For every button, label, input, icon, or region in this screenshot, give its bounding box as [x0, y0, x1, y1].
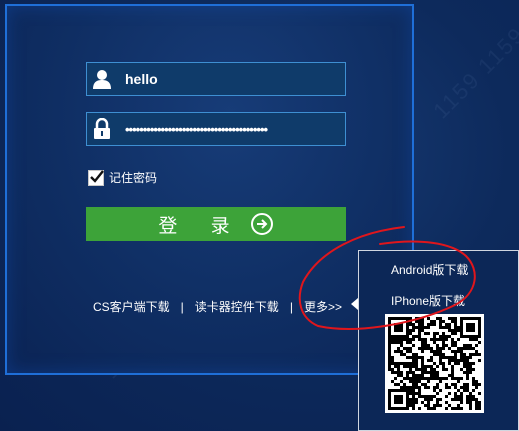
iphone-download-link[interactable]: IPhone版下载 — [391, 292, 465, 309]
triangle-left-icon — [351, 298, 358, 310]
password-field[interactable] — [86, 112, 346, 146]
login-button[interactable]: 登 录 — [86, 207, 346, 241]
link-separator: | — [289, 299, 293, 314]
android-download-link[interactable]: Android版下载 — [391, 261, 468, 278]
lock-icon — [87, 113, 117, 145]
username-input[interactable] — [125, 63, 340, 95]
password-input[interactable] — [125, 113, 340, 145]
cs-client-download-link[interactable]: CS客户端下载 — [93, 298, 170, 315]
login-button-label: 登 录 — [158, 215, 244, 237]
qr-code — [385, 314, 484, 413]
login-panel — [5, 4, 414, 375]
arrow-circle-right-icon — [250, 212, 274, 236]
remember-label: 记住密码 — [109, 171, 158, 185]
username-field[interactable] — [86, 62, 346, 96]
link-separator: | — [180, 299, 184, 314]
download-links: CS客户端下载 | 读卡器控件下载 | 更多>> — [93, 298, 342, 315]
remember-checkbox[interactable] — [88, 169, 104, 186]
card-reader-download-link[interactable]: 读卡器控件下载 — [195, 298, 279, 315]
user-icon — [87, 63, 117, 95]
more-link[interactable]: 更多>> — [304, 298, 342, 315]
app-download-popup: Android版下载 IPhone版下载 — [358, 250, 519, 431]
remember-password[interactable]: 记住密码 — [88, 169, 157, 186]
checkmark-icon — [90, 169, 104, 183]
